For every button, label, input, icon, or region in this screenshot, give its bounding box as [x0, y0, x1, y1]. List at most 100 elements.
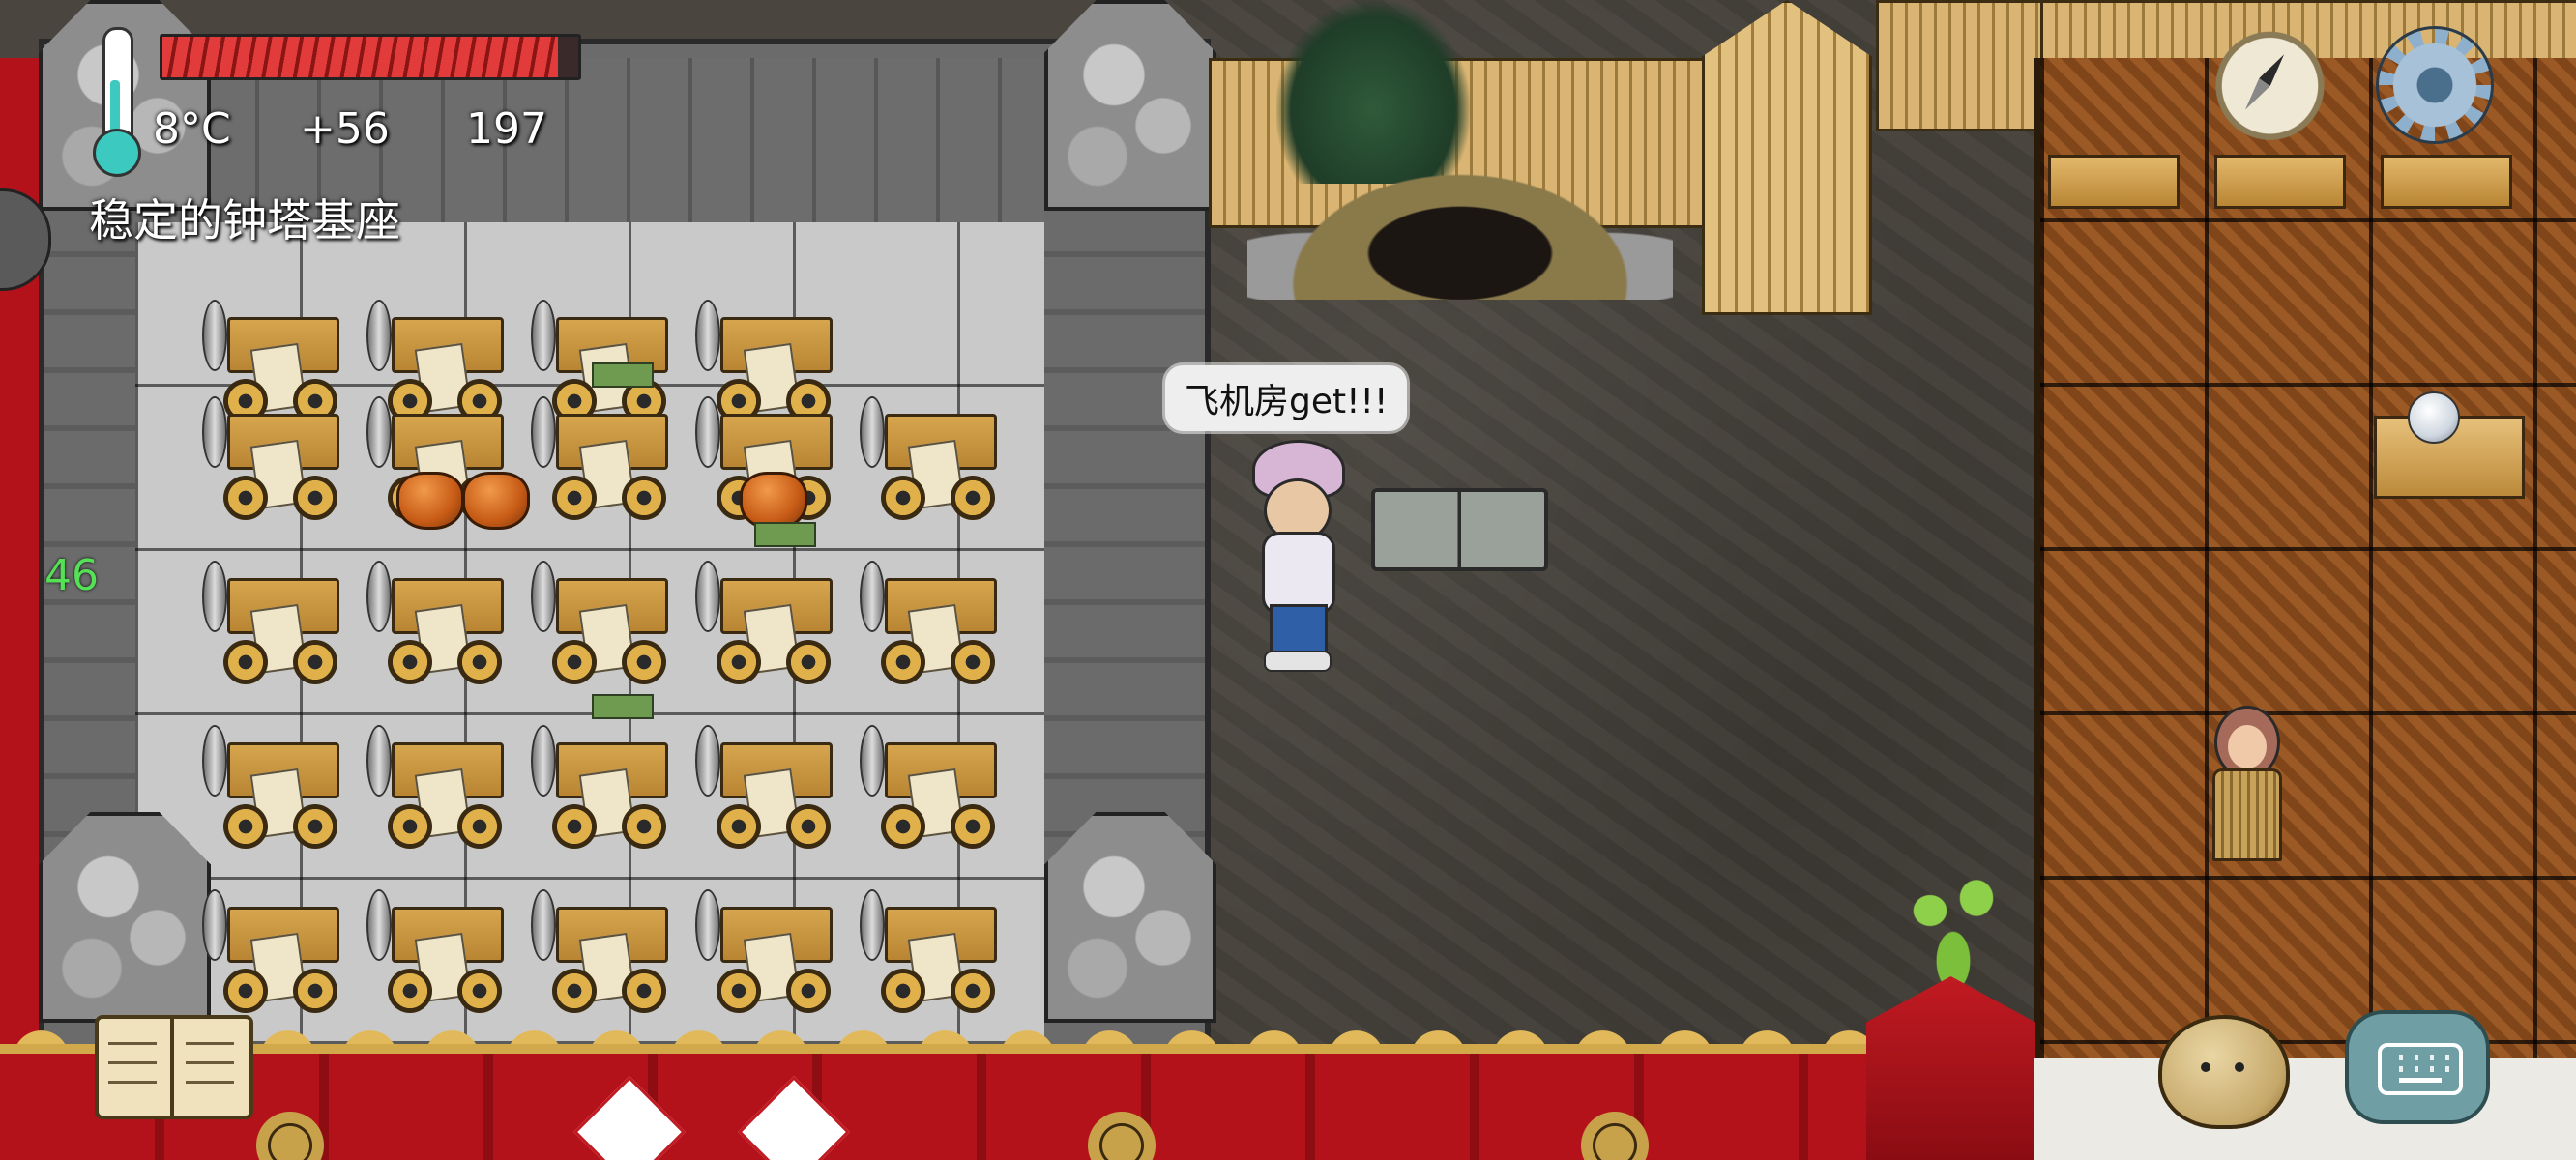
handcart-disc [695, 889, 720, 961]
handcart-wheel [622, 969, 666, 1013]
side-number: 46 [44, 551, 99, 600]
handcart[interactable] [695, 551, 846, 696]
handcart[interactable] [202, 387, 353, 532]
keyboard-icon [2378, 1043, 2463, 1095]
handcart[interactable] [860, 880, 1010, 1025]
handcart[interactable] [366, 715, 517, 860]
stone-blocks[interactable] [1371, 488, 1548, 571]
handcart[interactable] [695, 880, 846, 1025]
clay-pot[interactable] [462, 472, 530, 530]
player-character[interactable] [1233, 440, 1359, 672]
handcart[interactable] [531, 715, 682, 860]
handcart[interactable] [366, 880, 517, 1025]
handcart[interactable] [860, 551, 1010, 696]
handcart-wheel [622, 476, 666, 520]
handcart-disc [695, 561, 720, 632]
book-line [186, 1042, 234, 1045]
handcart-wheel [717, 640, 761, 684]
handcart-disc [531, 725, 556, 797]
handcart[interactable] [531, 387, 682, 532]
handcart-disc [860, 889, 885, 961]
handcart-wheel [622, 804, 666, 849]
handcart-disc [695, 396, 720, 468]
handcart-wheel [223, 804, 268, 849]
compass-button[interactable] [2214, 19, 2326, 140]
player-shoes [1264, 651, 1332, 672]
stone-tower-bottom-right [1044, 812, 1216, 1023]
food-meter [160, 34, 581, 80]
snow-ground [2034, 1058, 2576, 1160]
handcart-disc [366, 889, 392, 961]
settings-button[interactable] [2364, 14, 2500, 150]
handcart-wheel [951, 804, 995, 849]
handcart[interactable] [202, 551, 353, 696]
handcart[interactable] [202, 715, 353, 860]
green-sign[interactable] [592, 362, 654, 388]
handcart-wheel [881, 476, 925, 520]
yum-count: 197 [466, 104, 547, 154]
yum-bonus: +56 [300, 104, 390, 154]
handcart-disc [531, 300, 556, 371]
clay-pot[interactable] [396, 472, 464, 530]
green-sign[interactable] [592, 694, 654, 719]
handcart[interactable] [531, 880, 682, 1025]
book-line [108, 1061, 157, 1064]
plant-sprout[interactable] [1895, 860, 2011, 986]
book-page [170, 1015, 253, 1119]
bear-cave[interactable] [1247, 145, 1673, 300]
bamboo-fence-post [1702, 0, 1872, 315]
handcart-wheel [881, 969, 925, 1013]
game-world[interactable]: 飞机房get!!! [0, 0, 2576, 1160]
handcart-wheel [388, 804, 432, 849]
handcart-disc [202, 300, 227, 371]
handcart-disc [366, 300, 392, 371]
handcart[interactable] [695, 715, 846, 860]
clay-pot[interactable] [740, 472, 807, 530]
book-line [108, 1042, 157, 1045]
handcart-wheel [622, 640, 666, 684]
keyboard-button[interactable] [2345, 1010, 2490, 1124]
handcart-wheel [388, 969, 432, 1013]
player-coat [1262, 532, 1335, 615]
npc-character[interactable] [2185, 706, 2301, 875]
handcart[interactable] [366, 551, 517, 696]
thermometer-icon [87, 27, 141, 177]
handcart[interactable] [531, 551, 682, 696]
wooden-shelf[interactable] [2214, 155, 2346, 209]
food-meter-fill [162, 37, 558, 77]
emote-face-icon [2201, 1062, 2210, 1072]
handcart-disc [202, 561, 227, 632]
wooden-shelf[interactable] [2381, 155, 2512, 209]
tech-book-button[interactable] [95, 1015, 254, 1119]
crystal-ball[interactable] [2408, 392, 2460, 444]
stone-tower-bottom-left [39, 812, 211, 1023]
handcart-wheel [552, 476, 597, 520]
handcart-wheel [552, 640, 597, 684]
handcart-wheel [293, 969, 337, 1013]
thermometer-bulb [93, 129, 141, 177]
handcart-wheel [388, 640, 432, 684]
handcart[interactable] [860, 715, 1010, 860]
wooden-floor[interactable] [2034, 58, 2576, 1063]
handcart-wheel [951, 476, 995, 520]
handcart-disc [695, 300, 720, 371]
temperature-readout: 8°C [153, 104, 231, 154]
green-sign[interactable] [754, 522, 816, 547]
handcart-disc [531, 396, 556, 468]
handcart-disc [695, 725, 720, 797]
book-line [108, 1081, 157, 1084]
emote-button[interactable] [2158, 1015, 2290, 1129]
handcart-disc [202, 725, 227, 797]
speech-bubble: 飞机房get!!! [1165, 365, 1408, 431]
handcart-wheel [951, 640, 995, 684]
handcart-wheel [881, 804, 925, 849]
handcart[interactable] [202, 880, 353, 1025]
stone-tower-top-right [1044, 0, 1216, 211]
handcart-disc [531, 561, 556, 632]
handcart-disc [366, 725, 392, 797]
handcart[interactable] [860, 387, 1010, 532]
handcart-disc [366, 396, 392, 468]
npc-grass-skirt [2212, 768, 2282, 861]
wooden-shelf[interactable] [2048, 155, 2180, 209]
handcart-disc [860, 396, 885, 468]
